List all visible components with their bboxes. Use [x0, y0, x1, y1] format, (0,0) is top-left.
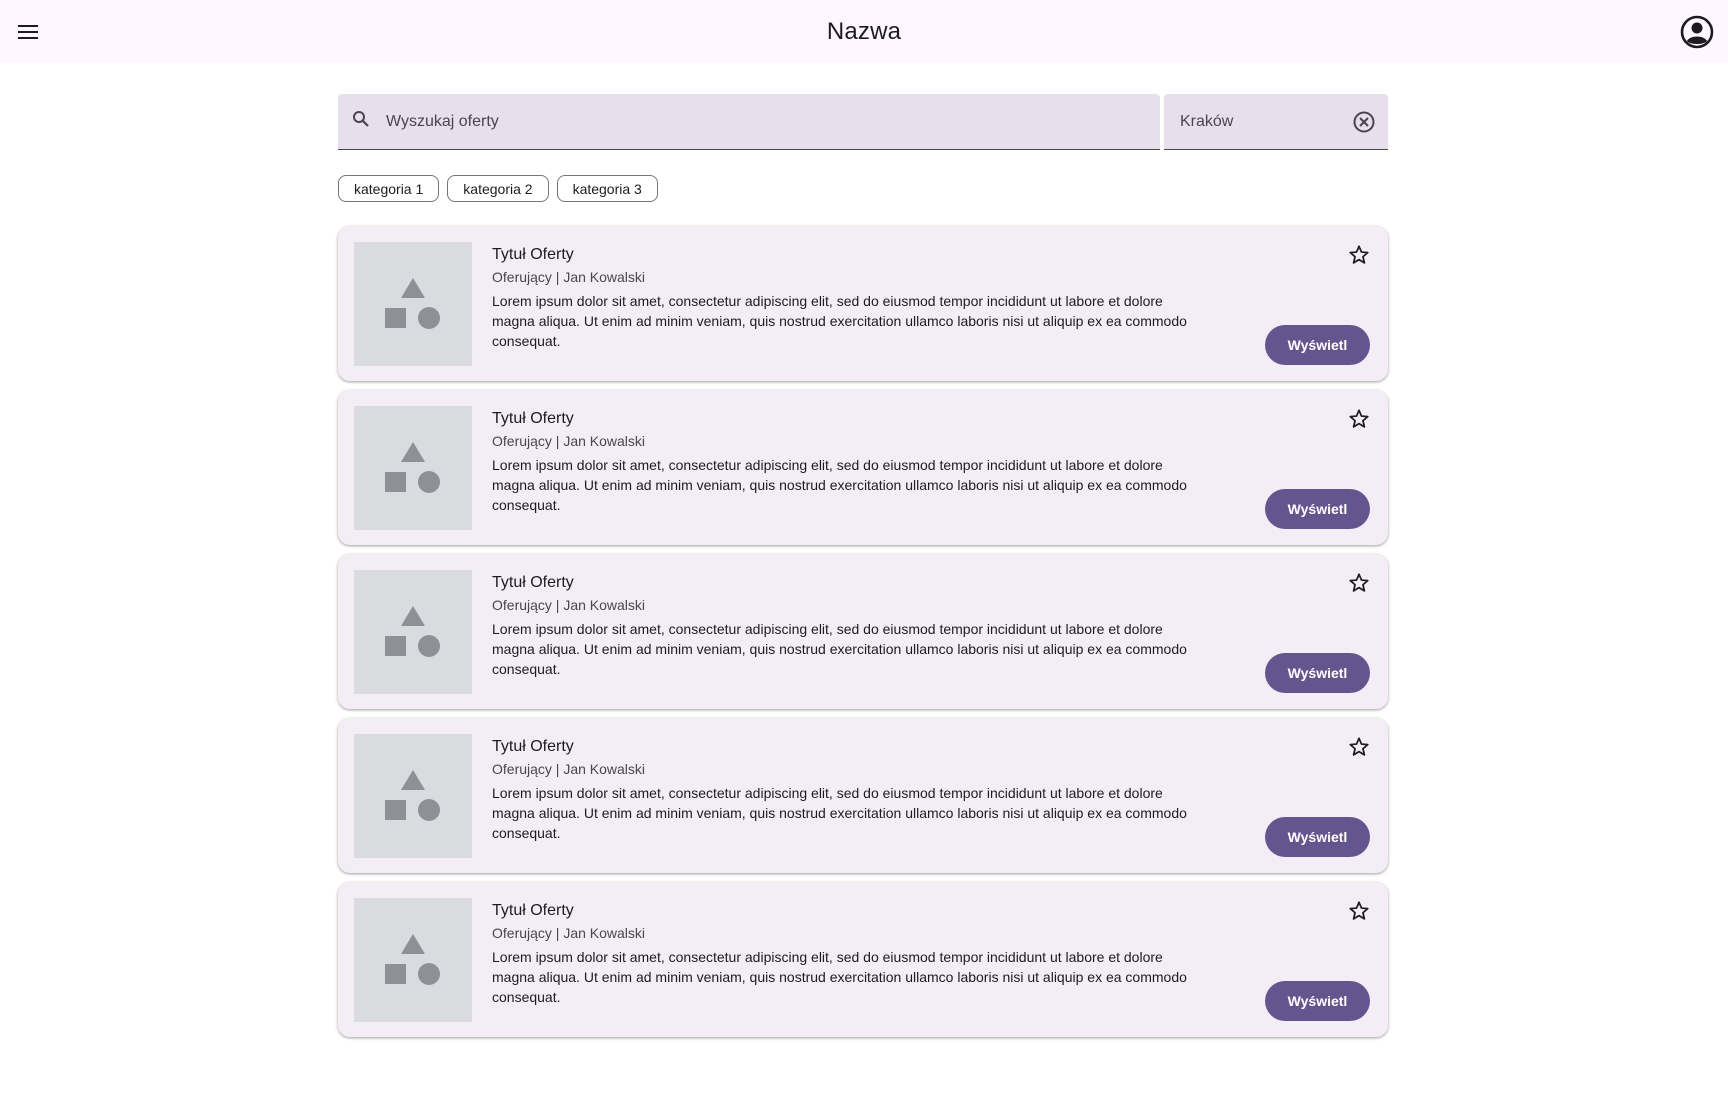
star-icon[interactable]	[1346, 734, 1372, 760]
star-icon[interactable]	[1346, 242, 1372, 268]
offer-card: Tytuł Oferty Oferujący | Jan Kowalski Lo…	[338, 718, 1388, 873]
view-button[interactable]: Wyświetl	[1265, 981, 1370, 1021]
image-placeholder-icon	[354, 734, 472, 858]
offer-subtitle: Oferujący | Jan Kowalski	[492, 761, 646, 777]
offer-subtitle: Oferujący | Jan Kowalski	[492, 433, 646, 449]
offer-title: Tytuł Oferty	[492, 738, 574, 755]
offer-card: Tytuł Oferty Oferujący | Jan Kowalski Lo…	[338, 226, 1388, 381]
search-field[interactable]	[338, 94, 1160, 150]
search-icon	[352, 110, 370, 133]
offer-title: Tytuł Oferty	[492, 902, 574, 919]
offer-description: Lorem ipsum dolor sit amet, consectetur …	[492, 785, 1187, 841]
location-field[interactable]	[1164, 94, 1388, 150]
category-chip[interactable]: kategoria 2	[447, 175, 549, 202]
offer-list: Tytuł Oferty Oferujący | Jan Kowalski Lo…	[338, 226, 1388, 1046]
star-icon[interactable]	[1346, 406, 1372, 432]
star-icon[interactable]	[1346, 570, 1372, 596]
offer-title: Tytuł Oferty	[492, 574, 574, 591]
offer-description: Lorem ipsum dolor sit amet, consectetur …	[492, 621, 1187, 677]
category-chip[interactable]: kategoria 3	[556, 175, 658, 202]
offer-subtitle: Oferujący | Jan Kowalski	[492, 597, 646, 613]
top-app-bar: Nazwa	[0, 0, 1728, 63]
clear-circle-icon[interactable]	[1352, 110, 1376, 134]
image-placeholder-icon	[354, 570, 472, 694]
star-icon[interactable]	[1346, 898, 1372, 924]
category-chip[interactable]: kategoria 1	[338, 175, 440, 202]
menu-icon[interactable]	[13, 17, 43, 47]
app-title: Nazwa	[826, 17, 902, 45]
view-button[interactable]: Wyświetl	[1265, 325, 1370, 365]
offer-card: Tytuł Oferty Oferujący | Jan Kowalski Lo…	[338, 554, 1388, 709]
view-button[interactable]: Wyświetl	[1265, 653, 1370, 693]
offer-description: Lorem ipsum dolor sit amet, consectetur …	[492, 949, 1187, 1005]
offer-subtitle: Oferujący | Jan Kowalski	[492, 925, 646, 941]
offer-card: Tytuł Oferty Oferujący | Jan Kowalski Lo…	[338, 390, 1388, 545]
offer-title: Tytuł Oferty	[492, 410, 574, 427]
offer-description: Lorem ipsum dolor sit amet, consectetur …	[492, 293, 1187, 349]
search-row	[338, 94, 1388, 150]
search-input[interactable]	[386, 112, 1086, 131]
image-placeholder-icon	[354, 242, 472, 366]
offer-description: Lorem ipsum dolor sit amet, consectetur …	[492, 457, 1187, 513]
image-placeholder-icon	[354, 406, 472, 530]
account-circle-icon[interactable]	[1680, 15, 1714, 49]
category-chips: kategoria 1 kategoria 2 kategoria 3	[338, 175, 658, 202]
view-button[interactable]: Wyświetl	[1265, 489, 1370, 529]
offer-title: Tytuł Oferty	[492, 246, 574, 263]
image-placeholder-icon	[354, 898, 472, 1022]
offer-subtitle: Oferujący | Jan Kowalski	[492, 269, 646, 285]
offer-card: Tytuł Oferty Oferujący | Jan Kowalski Lo…	[338, 882, 1388, 1037]
view-button[interactable]: Wyświetl	[1265, 817, 1370, 857]
location-input[interactable]	[1180, 112, 1352, 131]
